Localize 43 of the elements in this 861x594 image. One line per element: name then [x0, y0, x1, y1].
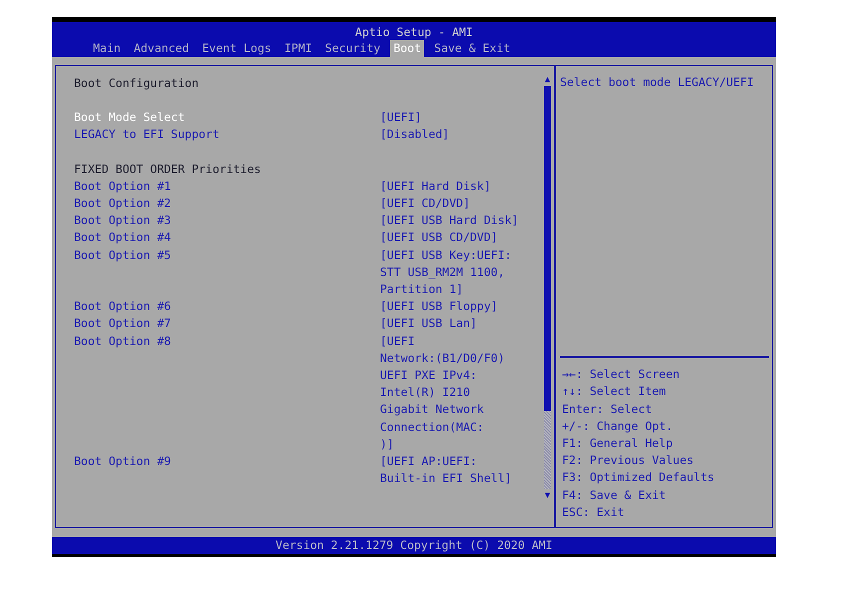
setting-label[interactable]: LEGACY to EFI Support — [74, 126, 380, 144]
boot-option-label[interactable]: Boot Option #9 — [74, 453, 380, 488]
menu-tab[interactable]: Main — [90, 40, 124, 57]
boot-option-label[interactable]: Boot Option #8 — [74, 332, 380, 454]
menu-tab[interactable]: Event Logs — [199, 40, 274, 57]
scroll-down-icon[interactable] — [544, 492, 550, 499]
boot-option-value[interactable]: [UEFI AP:UEFI: Built-in EFI Shell] — [380, 453, 512, 488]
boot-option-label[interactable]: Boot Option #2 — [74, 195, 380, 212]
key-hint: F4: Save & Exit — [562, 486, 667, 504]
boot-option-label[interactable]: Boot Option #4 — [74, 229, 380, 247]
key-hint: ↑↓: Select Item — [562, 383, 667, 400]
boot-option-value[interactable]: [UEFI USB Lan] — [380, 315, 477, 333]
menu-tab[interactable]: Advanced — [130, 40, 192, 57]
scroll-up-icon[interactable] — [544, 76, 550, 83]
boot-option-value[interactable]: [UEFI USB CD/DVD] — [380, 229, 498, 247]
menu-tab[interactable]: Save & Exit — [431, 40, 514, 57]
section-heading: FIXED BOOT ORDER Priorities — [74, 160, 261, 178]
key-hint: F3: Optimized Defaults — [562, 469, 716, 486]
boot-option-label[interactable]: Boot Option #6 — [74, 298, 380, 316]
help-text: Select boot mode LEGACY/UEFI — [560, 74, 755, 91]
boot-option-label[interactable]: Boot Option #7 — [74, 315, 380, 333]
boot-option-value[interactable]: [UEFI CD/DVD] — [380, 195, 470, 212]
key-hint: Enter: Select — [562, 400, 654, 418]
menu-tab[interactable]: Security — [322, 40, 384, 57]
window-title: Aptio Setup - AMI — [354, 24, 474, 40]
boot-option-label[interactable]: Boot Option #5 — [74, 246, 380, 298]
version-text: Version 2.21.1279 Copyright (C) 2020 AMI — [276, 538, 552, 552]
key-hint: F2: Previous Values — [562, 452, 695, 470]
key-hint: F1: General Help — [562, 434, 674, 452]
setting-value[interactable]: [Disabled] — [380, 126, 450, 144]
section-heading: Boot Configuration — [74, 75, 199, 92]
menu-tab[interactable]: IPMI — [281, 40, 316, 57]
boot-option-value[interactable]: [UEFI USB Key:UEFI: STT USB_RM2M 1100, Partition 1] — [380, 246, 512, 298]
setting-value[interactable]: [UEFI] — [380, 109, 422, 126]
boot-option-value[interactable]: [UEFI USB Floppy] — [380, 298, 498, 316]
boot-option-value[interactable]: [UEFI USB Hard Disk] — [380, 212, 518, 230]
key-hint: ESC: Exit — [562, 504, 626, 521]
key-hint: →←: Select Screen — [562, 366, 681, 384]
boot-option-value[interactable]: [UEFI Hard Disk] — [380, 178, 491, 196]
boot-option-value[interactable]: [UEFI Network:(B1/D0/F0) UEFI PXE IPv4: Intel(R) I210 Gigabit Network Connection(MAC: )] — [380, 332, 505, 454]
key-hint: +/-: Change Opt. — [562, 418, 674, 435]
boot-option-label[interactable]: Boot Option #1 — [74, 178, 380, 196]
boot-option-label[interactable]: Boot Option #3 — [74, 212, 380, 230]
